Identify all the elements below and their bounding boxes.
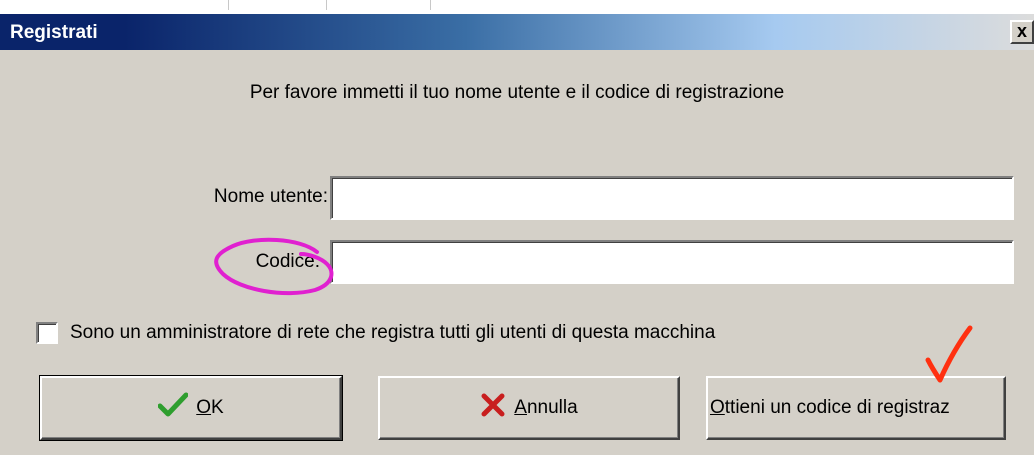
- instruction-text: Per favore immetti il tuo nome utente e …: [249, 82, 785, 103]
- window-title: Registrati: [10, 22, 98, 43]
- ok-button-label: OK: [196, 397, 224, 418]
- code-label: Codice:: [255, 251, 320, 272]
- background-strip: [0, 0, 1034, 14]
- check-icon: [157, 392, 189, 424]
- get-code-button-label: Ottieni un codice di registraz: [710, 397, 950, 418]
- username-label: Nome utente:: [213, 186, 328, 207]
- ok-button[interactable]: OK: [39, 375, 343, 441]
- admin-checkbox-label[interactable]: Sono un amministratore di rete che regis…: [70, 322, 715, 344]
- username-field[interactable]: [330, 176, 1014, 220]
- close-button[interactable]: x: [1010, 20, 1034, 44]
- close-icon: x: [1016, 21, 1027, 41]
- x-icon: [480, 392, 506, 424]
- cancel-button[interactable]: Annulla: [378, 376, 680, 440]
- registration-dialog: Registrati x Per favore immetti il tuo n…: [0, 0, 1034, 455]
- cancel-button-label: Annulla: [514, 397, 578, 418]
- code-field[interactable]: [330, 240, 1014, 284]
- admin-checkbox[interactable]: [36, 322, 58, 344]
- get-code-button[interactable]: Ottieni un codice di registraz: [706, 376, 1006, 440]
- title-bar[interactable]: Registrati: [0, 14, 1034, 50]
